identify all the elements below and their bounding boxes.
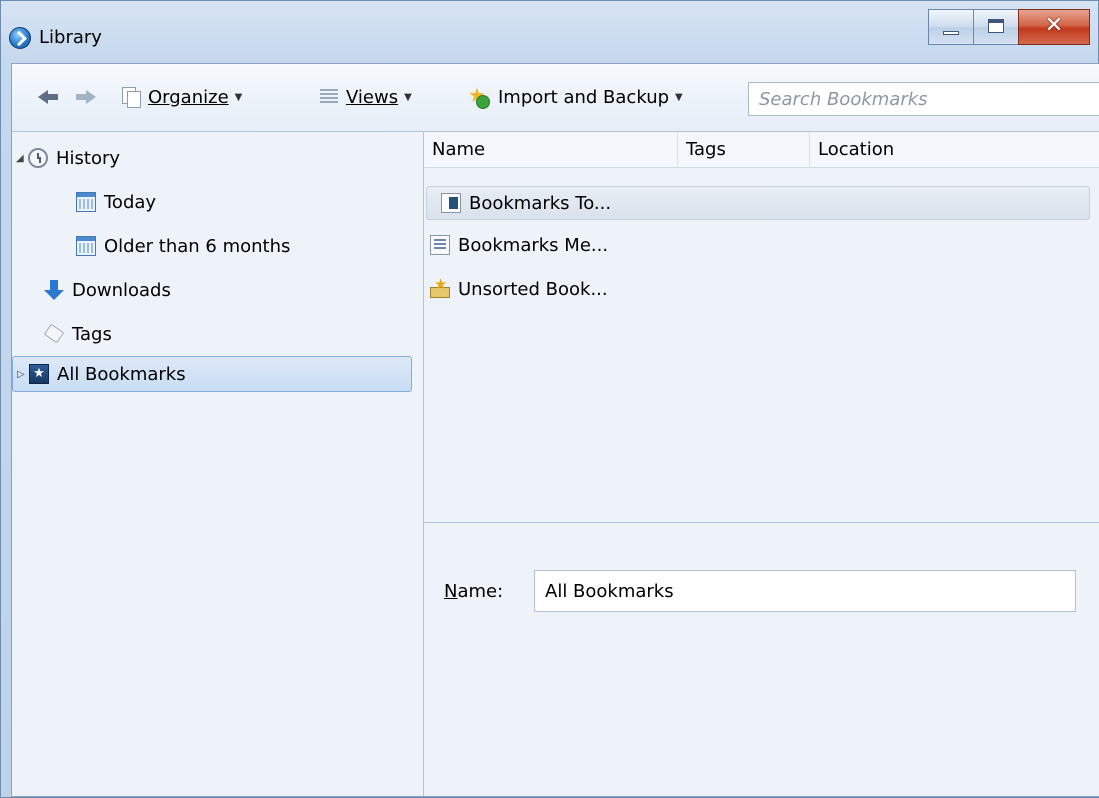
import-backup-button[interactable]: Import and Backup ▼ bbox=[468, 82, 683, 112]
collapsed-triangle-icon[interactable]: ▷ bbox=[17, 369, 29, 380]
download-arrow-icon bbox=[44, 280, 64, 300]
expanded-triangle-icon[interactable]: ◢ bbox=[16, 153, 28, 164]
chevron-down-icon: ▼ bbox=[404, 91, 412, 103]
sidebar-item-history[interactable]: ◢ History bbox=[16, 140, 120, 176]
library-client-area: Organize ▼ Views ▼ Import and Backup ▼ ◢… bbox=[11, 63, 1099, 797]
back-arrow-icon[interactable] bbox=[38, 86, 60, 108]
row-name: Bookmarks Me... bbox=[458, 234, 609, 256]
bookmarks-menu-folder-icon bbox=[430, 235, 450, 255]
bookmark-list: Bookmarks To... Bookmarks Me... Unsorted… bbox=[424, 168, 1099, 522]
name-label-mnemonic: N bbox=[444, 581, 458, 602]
import-label: Import and Backup bbox=[498, 86, 670, 108]
library-window: Library ✕ Organize ▼ Views ▼ Import and bbox=[0, 0, 1099, 798]
sidebar-item-label: History bbox=[56, 147, 121, 169]
organize-button[interactable]: Organize ▼ bbox=[122, 82, 242, 112]
chevron-down-icon: ▼ bbox=[675, 91, 683, 103]
column-header-tags[interactable]: Tags bbox=[678, 132, 810, 168]
search-input[interactable] bbox=[748, 82, 1099, 116]
maximize-button[interactable] bbox=[973, 9, 1019, 45]
window-controls: ✕ bbox=[928, 9, 1090, 47]
views-button[interactable]: Views ▼ bbox=[320, 82, 412, 112]
views-label: Views bbox=[346, 86, 399, 108]
firefox-library-icon bbox=[9, 27, 31, 49]
minimize-button[interactable] bbox=[928, 9, 974, 45]
details-pane: Name: bbox=[424, 522, 1099, 796]
close-button[interactable]: ✕ bbox=[1018, 9, 1090, 45]
chevron-down-icon: ▼ bbox=[234, 91, 243, 103]
row-name: Bookmarks To... bbox=[469, 192, 612, 214]
calendar-icon bbox=[76, 192, 96, 212]
forward-arrow-icon[interactable] bbox=[74, 86, 96, 108]
tag-icon bbox=[44, 324, 64, 344]
organize-icon bbox=[122, 87, 141, 108]
places-sidebar: ◢ History Today Older than 6 months Down… bbox=[12, 132, 424, 796]
unsorted-bookmarks-icon bbox=[430, 275, 450, 299]
calendar-icon bbox=[76, 236, 96, 256]
name-label-rest: ame: bbox=[457, 581, 504, 602]
table-row[interactable]: Bookmarks To... bbox=[426, 186, 1090, 220]
sidebar-item-label: Today bbox=[104, 191, 157, 213]
sidebar-item-tags[interactable]: Tags bbox=[44, 316, 112, 352]
sidebar-item-older-than-6-months[interactable]: Older than 6 months bbox=[76, 228, 290, 264]
sidebar-item-label: All Bookmarks bbox=[57, 363, 186, 385]
bookmarks-toolbar-folder-icon bbox=[441, 193, 461, 213]
close-icon: ✕ bbox=[1044, 13, 1064, 38]
views-icon bbox=[320, 89, 338, 105]
bookmarks-star-icon: ★ bbox=[29, 364, 49, 384]
column-header-location[interactable]: Location bbox=[810, 132, 1099, 168]
sidebar-item-label: Older than 6 months bbox=[104, 235, 291, 257]
title-bar[interactable]: Library ✕ bbox=[1, 1, 1098, 63]
sidebar-item-today[interactable]: Today bbox=[76, 184, 156, 220]
history-clock-icon bbox=[28, 148, 48, 168]
table-row[interactable]: Bookmarks Me... bbox=[430, 228, 608, 262]
column-headers: Name Tags Location bbox=[424, 132, 1099, 168]
sidebar-item-label: Tags bbox=[72, 323, 112, 345]
sidebar-item-label: Downloads bbox=[72, 279, 171, 301]
import-backup-icon bbox=[468, 83, 490, 109]
toolbar: Organize ▼ Views ▼ Import and Backup ▼ bbox=[12, 64, 1099, 132]
row-name: Unsorted Book... bbox=[458, 278, 608, 300]
window-title: Library bbox=[39, 27, 102, 48]
name-field[interactable] bbox=[534, 570, 1076, 612]
sidebar-item-all-bookmarks[interactable]: ▷ ★ All Bookmarks bbox=[12, 356, 412, 392]
column-header-name[interactable]: Name bbox=[424, 132, 678, 168]
sidebar-item-downloads[interactable]: Downloads bbox=[44, 272, 171, 308]
organize-label: Organize bbox=[148, 86, 229, 108]
name-field-label: Name: bbox=[444, 581, 503, 602]
table-row[interactable]: Unsorted Book... bbox=[430, 272, 608, 306]
